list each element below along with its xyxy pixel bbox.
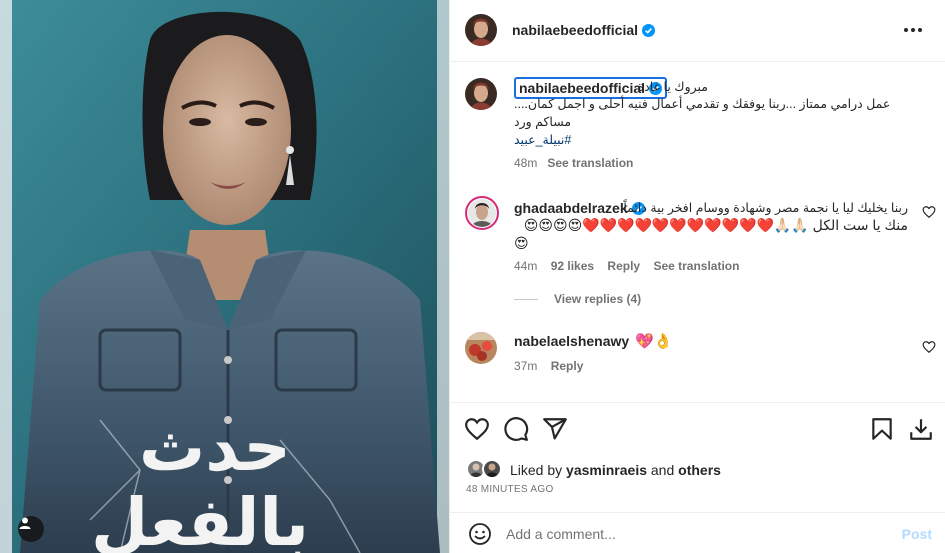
post-header: nabilaebeedofficial — [450, 0, 945, 62]
caption-time[interactable]: 48m — [514, 156, 537, 170]
more-icon-dot — [911, 28, 915, 32]
comment-1-time[interactable]: 44m — [514, 259, 537, 273]
tag-user-button[interactable] — [18, 516, 44, 542]
poster-artwork: حدث بالفعل — [0, 0, 449, 553]
comment-avatar-image — [465, 332, 497, 364]
tag-user-icon — [19, 517, 31, 529]
comment-1-see-translation[interactable]: See translation — [653, 259, 739, 273]
comment-1-likes[interactable]: 92 likes — [551, 259, 594, 273]
poster-title-line-2: بالفعل — [91, 484, 309, 553]
comment-1-reply[interactable]: Reply — [607, 259, 640, 273]
liked-by-and: and — [647, 462, 679, 478]
comment-avatar-ghada[interactable] — [465, 196, 499, 230]
caption-hashtag[interactable]: #نبيلة_عبيد — [514, 133, 571, 148]
view-replies-divider — [514, 298, 538, 300]
verified-badge-icon — [642, 24, 656, 37]
comment-1-like-heart-icon[interactable] — [922, 205, 936, 219]
comment-avatar-nabela[interactable] — [465, 332, 497, 364]
caption-meta: 48m See translation — [514, 156, 633, 170]
comment-1-meta: 44m 92 likes Reply See translation — [514, 259, 739, 273]
post-details-panel: nabilaebeedofficial nabilaebeedofficial … — [449, 0, 945, 553]
post-actions: Liked by yasminraeis and others 48 MINUT… — [450, 402, 945, 512]
comment-1-line-1: ربنا يخليك ليا يا نجمة مصر وشهادة ووسام … — [623, 201, 908, 215]
comment-icon[interactable] — [503, 416, 529, 442]
comments-list: nabilaebeedofficial مبروك يا غادة عمل در… — [450, 62, 945, 402]
comment-2-time[interactable]: 37m — [514, 359, 537, 373]
view-replies-button[interactable]: View replies (4) — [514, 292, 641, 306]
comment-2-text: 💖👌 — [635, 333, 673, 350]
post-comment-button[interactable]: Post — [902, 526, 932, 542]
caption-avatar-image — [465, 78, 497, 110]
liked-by-user[interactable]: yasminraeis — [566, 462, 647, 478]
comment-2-row: nabelaelshenawy 💖👌 — [514, 332, 673, 350]
liked-by-row: Liked by yasminraeis and others — [466, 459, 721, 481]
comment-2-reply[interactable]: Reply — [551, 359, 584, 373]
more-options-button[interactable] — [904, 22, 928, 38]
view-replies-label: View replies (4) — [554, 292, 642, 306]
poster-title-line-1: حدث — [139, 409, 291, 486]
share-icon[interactable] — [542, 416, 568, 442]
add-comment-bar: Post — [450, 512, 945, 553]
caption-author-avatar[interactable] — [465, 78, 497, 110]
liked-by-others[interactable]: others — [678, 462, 721, 478]
comment-2-username[interactable]: nabelaelshenawy — [514, 333, 629, 349]
comment-1-username[interactable]: ghadaabdelrazek — [514, 200, 628, 216]
comment-1-line-3: 😍 — [514, 235, 529, 251]
liked-by-prefix: Liked by — [510, 462, 567, 478]
comment-avatar-image — [468, 199, 496, 227]
more-icon-dot — [918, 28, 922, 32]
caption-see-translation[interactable]: See translation — [547, 156, 633, 170]
author-avatar[interactable] — [465, 14, 497, 46]
post-time-ago[interactable]: 48 MINUTES AGO — [466, 484, 554, 495]
caption-line-2: عمل درامي ممتاز ...ربنا يوفقك و تقدمي أع… — [514, 97, 891, 111]
liker-avatar-2 — [482, 459, 502, 479]
post-modal: حدث بالفعل nabilaebeedofficial nabilaebe… — [0, 0, 945, 553]
comment-input[interactable] — [506, 523, 886, 545]
author-username-row: nabilaebeedofficial — [512, 22, 656, 38]
author-avatar-image — [465, 14, 497, 46]
more-icon — [904, 28, 908, 32]
caption-username[interactable]: nabilaebeedofficial — [519, 80, 645, 96]
comment-1-line-2: منك يا ست الكل 🙏🏻🙏🏻❤️❤️❤️❤️❤️❤️❤️❤️❤️❤️❤… — [523, 217, 908, 233]
author-username[interactable]: nabilaebeedofficial — [512, 22, 638, 38]
comment-2-like-heart-icon[interactable] — [922, 340, 936, 354]
emoji-icon[interactable] — [468, 522, 492, 546]
bookmark-icon[interactable] — [869, 416, 895, 442]
liked-by-avatars[interactable] — [466, 459, 504, 481]
caption-line-1: مبروك يا غادة — [637, 80, 708, 94]
post-image[interactable]: حدث بالفعل — [0, 0, 449, 553]
caption-line-3: مساكم ورد — [514, 115, 572, 129]
heart-icon[interactable] — [464, 416, 490, 442]
download-icon[interactable] — [908, 416, 934, 442]
comment-2-meta: 37m Reply — [514, 359, 583, 373]
